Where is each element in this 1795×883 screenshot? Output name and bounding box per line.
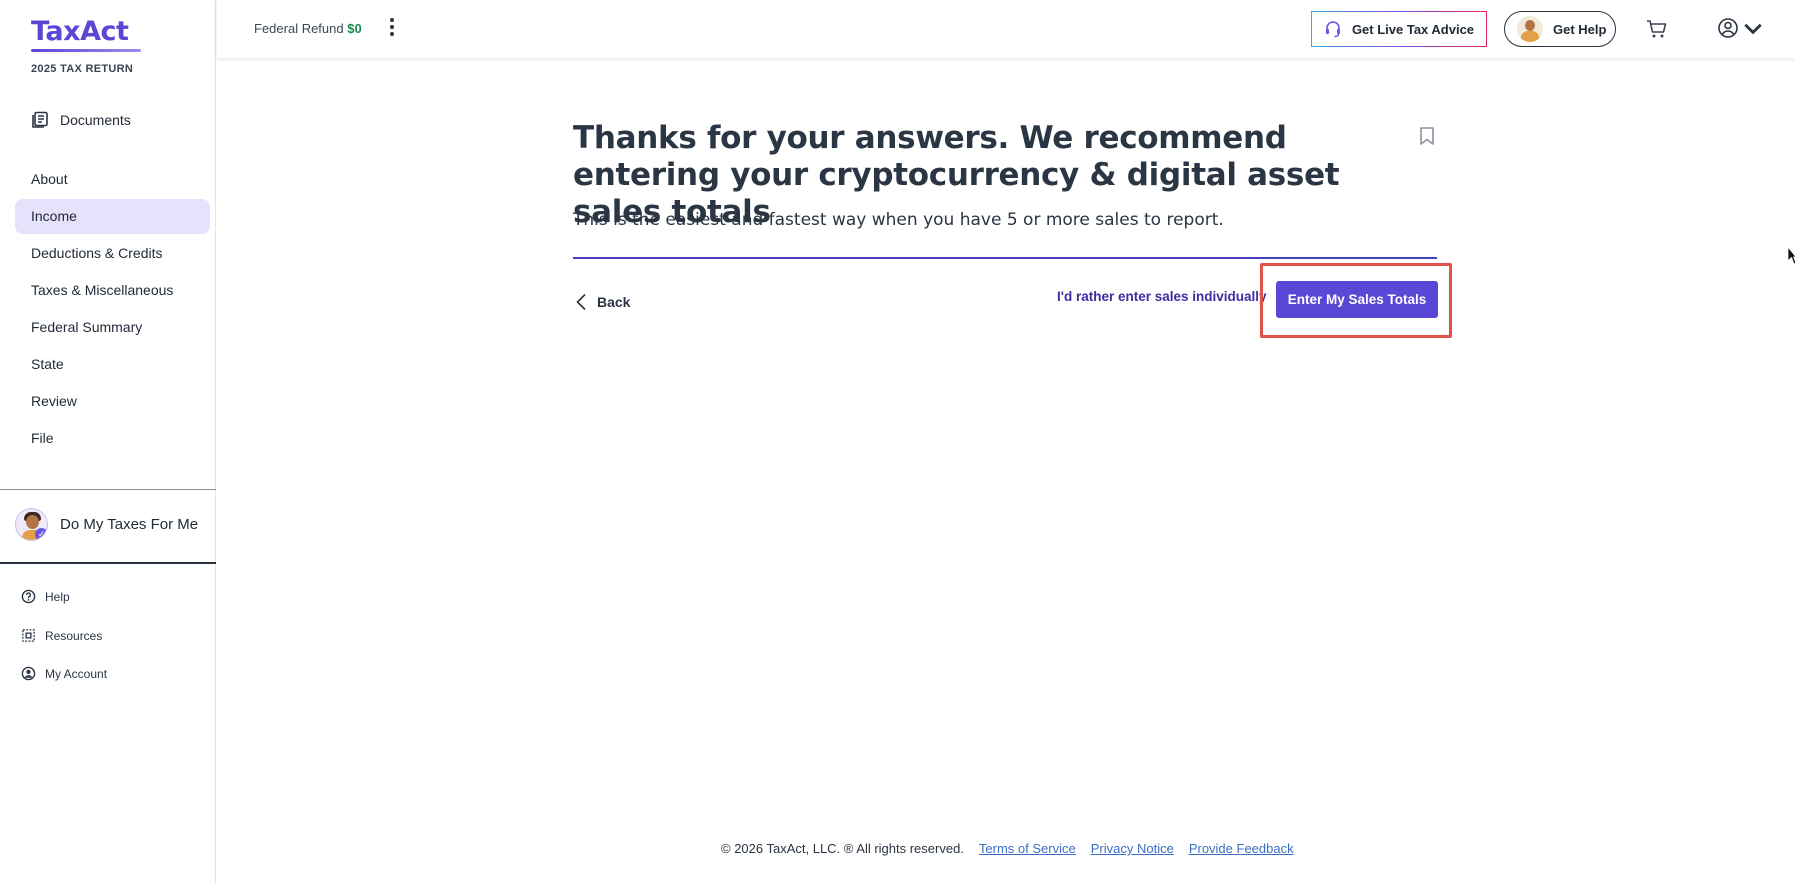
sidebar-item-income[interactable]: Income — [15, 199, 210, 234]
verified-check-icon: ✓ — [35, 528, 47, 540]
sidebar-item-taxes-misc[interactable]: Taxes & Miscellaneous — [15, 273, 210, 308]
tax-year-label: 2025 TAX RETURN — [31, 63, 134, 75]
resources-link[interactable]: Resources — [21, 628, 102, 643]
top-bar: Federal Refund $0 Get Live Tax Advice Ge… — [217, 0, 1795, 58]
do-my-taxes-button[interactable]: ✓ Do My Taxes For Me — [15, 508, 198, 541]
sidebar-nav: About Income Deductions & Credits Taxes … — [15, 162, 210, 458]
bookmark-icon[interactable] — [1418, 126, 1436, 146]
privacy-link[interactable]: Privacy Notice — [1091, 841, 1174, 856]
resources-label: Resources — [45, 628, 103, 643]
logo-underline — [31, 49, 141, 52]
terms-link[interactable]: Terms of Service — [979, 841, 1076, 856]
help-label: Help — [45, 589, 70, 604]
taxact-logo[interactable]: TaxAct — [31, 16, 129, 47]
sidebar-item-deductions-credits[interactable]: Deductions & Credits — [15, 236, 210, 271]
copyright-text: © 2026 TaxAct, LLC. ® All rights reserve… — [721, 841, 964, 856]
sidebar-item-review[interactable]: Review — [15, 384, 210, 419]
my-account-link[interactable]: My Account — [21, 666, 107, 681]
help-link[interactable]: Help — [21, 589, 70, 604]
sidebar: TaxAct 2025 TAX RETURN Documents About I… — [0, 0, 216, 883]
feedback-link[interactable]: Provide Feedback — [1189, 841, 1294, 856]
account-menu[interactable] — [1717, 17, 1764, 39]
get-live-tax-advice-button[interactable]: Get Live Tax Advice — [1311, 11, 1487, 47]
sidebar-divider-bold — [0, 562, 216, 564]
footer: © 2026 TaxAct, LLC. ® All rights reserve… — [721, 841, 1294, 856]
get-help-button[interactable]: Get Help — [1504, 11, 1616, 47]
refund-label: Federal Refund — [254, 21, 344, 36]
sidebar-item-about[interactable]: About — [15, 162, 210, 197]
get-help-label: Get Help — [1553, 21, 1607, 37]
headset-icon — [1325, 21, 1340, 38]
refund-amount: $0 — [347, 21, 362, 36]
do-my-taxes-label: Do My Taxes For Me — [60, 516, 199, 533]
back-button[interactable]: Back — [575, 293, 630, 311]
expert-avatar: ✓ — [15, 508, 48, 541]
federal-refund: Federal Refund $0 — [254, 21, 362, 36]
account-circle-icon — [1718, 18, 1738, 38]
helper-avatar — [1517, 16, 1543, 42]
back-label: Back — [597, 294, 631, 310]
chevron-left-icon — [576, 293, 586, 311]
sidebar-item-federal-summary[interactable]: Federal Summary — [15, 310, 210, 345]
cart-icon[interactable] — [1645, 17, 1669, 41]
documents-link[interactable]: Documents — [31, 111, 131, 129]
enter-individually-link[interactable]: I'd rather enter sales individually — [1057, 289, 1267, 304]
live-advice-label: Get Live Tax Advice — [1351, 21, 1475, 37]
documents-label: Documents — [60, 112, 131, 128]
user-circle-icon — [21, 666, 36, 681]
question-circle-icon — [21, 589, 36, 604]
enter-sales-totals-button[interactable]: Enter My Sales Totals — [1276, 281, 1438, 318]
sidebar-item-state[interactable]: State — [15, 347, 210, 382]
content-divider — [573, 257, 1437, 259]
page-subtitle: This is the easiest and fastest way when… — [573, 210, 1224, 230]
more-options-icon[interactable] — [388, 18, 396, 40]
sidebar-divider — [0, 489, 216, 490]
sidebar-item-file[interactable]: File — [15, 421, 210, 456]
resources-icon — [22, 629, 35, 642]
documents-icon — [32, 111, 48, 128]
chevron-down-icon — [1744, 23, 1762, 35]
mouse-cursor-icon — [1788, 247, 1795, 265]
my-account-label: My Account — [45, 666, 108, 681]
